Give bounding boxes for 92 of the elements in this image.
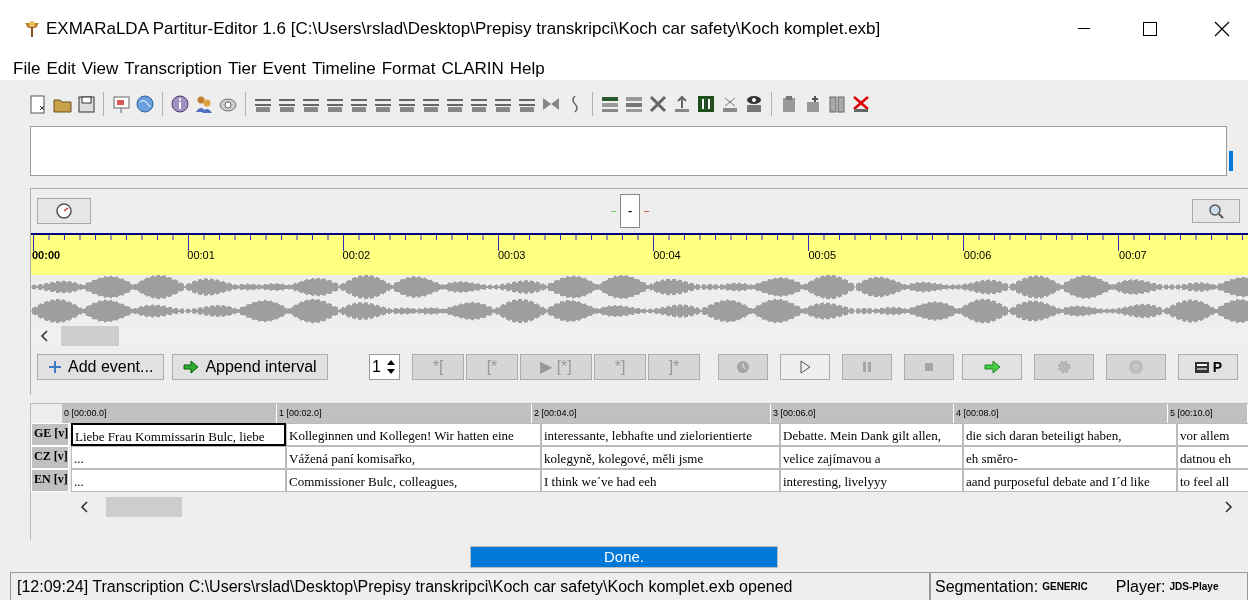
table-cell[interactable]: Kolleginnen und Kollegen! Wir hatten eine: [286, 423, 541, 446]
cross-icon[interactable]: [648, 94, 668, 114]
table-cell[interactable]: datnou eh: [1177, 446, 1248, 469]
scrollbar-thumb[interactable]: [106, 497, 182, 517]
time-label: 00:06: [963, 248, 992, 263]
scrollbar-thumb[interactable]: [1229, 151, 1233, 171]
column-header: 2 [00:04.0]: [532, 404, 771, 423]
maximize-icon[interactable]: [1142, 21, 1158, 37]
table-cell[interactable]: interesting, livelyyy: [780, 469, 963, 492]
number-spinner[interactable]: 1: [368, 354, 400, 380]
segmentation-value: GENERIC: [1042, 580, 1088, 594]
tier-label[interactable]: GE [v]: [31, 423, 69, 446]
window-title: EXMARaLDA Partitur-Editor 1.6 [C:\Users\rslad\Desktop\Prepisy transkripci\Koch car safety\Koch komplet.exb]: [46, 18, 881, 41]
table-cell[interactable]: ...: [71, 446, 286, 469]
arrow-icon: [983, 359, 1001, 375]
table-cell[interactable]: die sich daran beteiligt haben,: [963, 423, 1177, 446]
player-label: Player:: [1115, 576, 1166, 597]
scroll-left-icon[interactable]: [39, 328, 51, 344]
column-header: 0 [00:00.0]: [62, 404, 277, 423]
column-header: 4 [00:08.0]: [954, 404, 1168, 423]
table-cell[interactable]: vor allem: [1177, 423, 1248, 446]
zoom-button[interactable]: [1192, 199, 1240, 223]
swap-rows-icon[interactable]: [696, 94, 716, 114]
film-icon: [1193, 359, 1210, 375]
time-label: 00:01: [187, 248, 215, 263]
time-label: 00:00: [32, 248, 61, 263]
menu-item[interactable]: File: [13, 56, 41, 82]
menu-item[interactable]: Help: [509, 56, 545, 82]
table-cell[interactable]: eh směro-: [963, 446, 1177, 469]
menu-item[interactable]: Edit: [46, 56, 76, 82]
clock-icon: [55, 202, 73, 220]
menu-item[interactable]: Event: [262, 56, 307, 82]
menu-item[interactable]: Transcription: [124, 56, 222, 82]
users-icon[interactable]: [194, 94, 214, 114]
globe-icon[interactable]: [135, 94, 155, 114]
time-label: 00:04: [653, 248, 681, 263]
menu-item[interactable]: CLARIN: [441, 56, 504, 82]
segmentation-label: Segmentation:: [935, 576, 1039, 597]
new-file-icon[interactable]: [28, 94, 48, 114]
rows-icon[interactable]: [624, 94, 644, 114]
eye-icon[interactable]: [744, 94, 764, 114]
text-input-field[interactable]: [30, 126, 1227, 176]
clock-button[interactable]: [37, 198, 91, 224]
time-label: 00:03: [497, 248, 526, 263]
split-column-icon[interactable]: [827, 94, 847, 114]
table-cell[interactable]: Liebe Frau Kommissarin Bulc, liebe: [71, 423, 286, 446]
upload-icon[interactable]: [672, 94, 692, 114]
insert-row-icon[interactable]: [600, 94, 620, 114]
menu-item[interactable]: Timeline: [312, 56, 376, 82]
scroll-left-icon[interactable]: [79, 499, 91, 515]
table-cell[interactable]: interessante, lebhafte und zielorientierte: [541, 423, 780, 446]
table-cell[interactable]: Commissioner Bulc, colleagues,: [286, 469, 541, 492]
column-header: 3 [00:06.0]: [771, 404, 954, 423]
close-icon[interactable]: [1214, 21, 1230, 37]
play-icon: [797, 359, 813, 375]
panel-button[interactable]: P: [1178, 354, 1238, 380]
gear-icon: [1055, 359, 1073, 375]
table-cell[interactable]: I think we´ve had eeh: [541, 469, 780, 492]
player-value: JDS-Playe: [1169, 580, 1219, 594]
circle-icon: [1127, 359, 1145, 375]
delete-column-icon[interactable]: [851, 94, 871, 114]
scroll-right-icon[interactable]: [1222, 499, 1234, 515]
time-label: 00:05: [808, 248, 837, 263]
plus-icon: [48, 360, 62, 374]
menu-item[interactable]: Format: [381, 56, 436, 82]
menu-item[interactable]: Tier: [227, 56, 257, 82]
arrow-icon: [183, 360, 200, 374]
presentation-icon[interactable]: [111, 94, 131, 114]
scrollbar-thumb[interactable]: [61, 326, 119, 346]
table-cell[interactable]: aand purposeful debate and I´d like: [963, 469, 1177, 492]
progress-text: Done.: [603, 547, 645, 567]
save-icon[interactable]: [76, 94, 96, 114]
add-event-button[interactable]: Add event...: [37, 354, 165, 380]
table-cell[interactable]: to feel all: [1177, 469, 1248, 492]
table-cell[interactable]: Debatte. Mein Dank gilt allen,: [780, 423, 963, 446]
table-cell[interactable]: velice zajímavou a: [780, 446, 963, 469]
menu-item[interactable]: View: [81, 56, 119, 82]
tier-label[interactable]: CZ [v]: [31, 446, 69, 469]
info-icon[interactable]: [170, 94, 190, 114]
selection-field: -: [620, 194, 640, 228]
search-icon: [1208, 203, 1224, 219]
column-header: 5 [00:10.0]: [1168, 404, 1248, 423]
append-interval-button[interactable]: Append interval: [172, 354, 328, 380]
time-label: 00:02: [342, 248, 371, 263]
status-message: [12:09:24] Transcription C:\Users\rslad\Desktop\Prepisy transkripci\Koch car safety\Koch komplet.exb opened: [10, 571, 930, 600]
table-cell[interactable]: ...: [71, 469, 286, 492]
column-header: 1 [00:02.0]: [277, 404, 532, 423]
app-logo-icon: [22, 19, 42, 39]
time-label: 00:07: [1119, 248, 1147, 263]
table-cell[interactable]: Vážená paní komisařko,: [286, 446, 541, 469]
tier-label[interactable]: EN [v]: [31, 469, 69, 492]
table-cell[interactable]: kolegyně, kolegové, měli jsme: [541, 446, 780, 469]
